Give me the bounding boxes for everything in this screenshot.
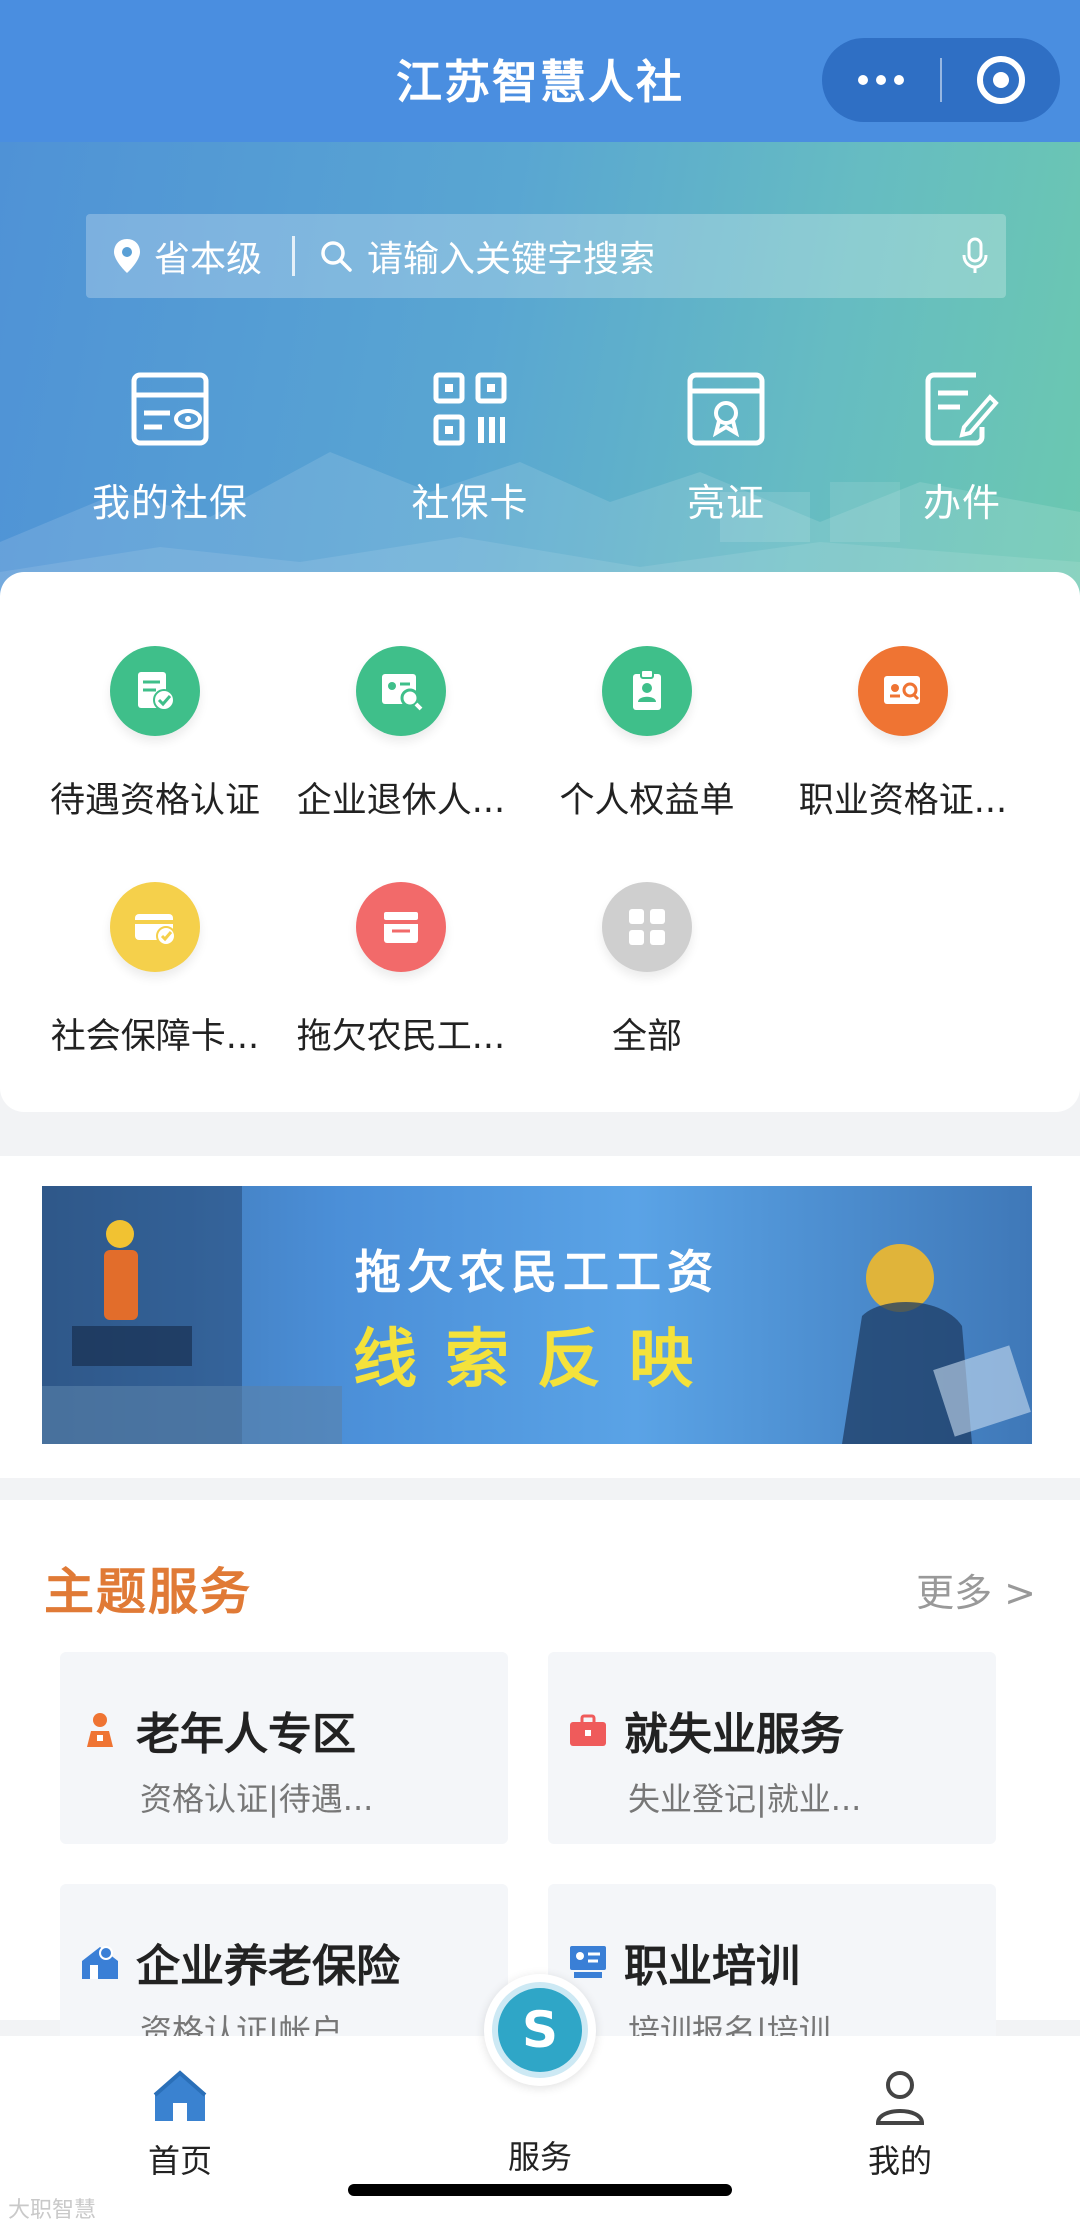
more-menu-icon[interactable] bbox=[822, 38, 940, 122]
id-check-icon bbox=[110, 646, 200, 736]
banner-line-2: 线索反映 bbox=[353, 1322, 721, 1397]
quick-label: 办件 bbox=[922, 481, 1001, 525]
search-separator bbox=[292, 236, 296, 276]
tab-service[interactable]: 服务 bbox=[440, 2124, 640, 2178]
section-title: 主题服务 bbox=[44, 1563, 252, 1621]
quick-my-social-security[interactable]: 我的社保 bbox=[60, 368, 280, 527]
tab-label: 首页 bbox=[147, 2142, 212, 2180]
tab-home[interactable]: 首页 bbox=[80, 2066, 280, 2182]
certificate-icon bbox=[687, 372, 765, 446]
card-title: 企业养老保险 bbox=[136, 1941, 400, 1992]
house-person-icon bbox=[80, 1942, 120, 1982]
service-benefit-qualification[interactable]: 待遇资格认证 bbox=[30, 646, 280, 823]
topic-card-employment[interactable]: 就失业服务 失业登记|就业... bbox=[548, 1652, 996, 1844]
service-label: 待遇资格认证 bbox=[49, 781, 260, 821]
service-label: 社会保障卡... bbox=[50, 1017, 260, 1057]
quick-label: 我的社保 bbox=[91, 481, 248, 525]
mini-program-capsule bbox=[822, 38, 1060, 122]
card-title: 老年人专区 bbox=[136, 1709, 356, 1760]
service-logo-mark: S bbox=[492, 1982, 588, 2078]
service-vocational-certificate[interactable]: 职业资格证... bbox=[778, 646, 1028, 823]
service-label: 拖欠农民工... bbox=[296, 1017, 506, 1057]
service-personal-rights[interactable]: 个人权益单 bbox=[522, 646, 772, 823]
search-input[interactable]: 请输入关键字搜索 bbox=[319, 230, 962, 282]
wage-report-banner[interactable]: 拖欠农民工工资 线索反映 bbox=[42, 1186, 1032, 1444]
edit-document-icon bbox=[925, 372, 999, 446]
top-bar: 江苏智慧人社 bbox=[0, 0, 1080, 142]
quick-actions: 我的社保 社保卡 亮证 办件 bbox=[0, 368, 1080, 525]
tab-mine[interactable]: 我的 bbox=[800, 2066, 1000, 2182]
quick-label: 亮证 bbox=[686, 481, 765, 525]
more-link[interactable]: 更多 > bbox=[916, 1562, 1036, 1617]
service-enterprise-retiree[interactable]: 企业退休人... bbox=[276, 646, 526, 823]
service-label: 职业资格证... bbox=[798, 781, 1008, 821]
watermark: 大职智慧 bbox=[8, 2198, 97, 2223]
card-check-icon bbox=[110, 882, 200, 972]
qr-code-icon bbox=[433, 372, 507, 446]
location-selector[interactable]: 省本级 bbox=[112, 230, 262, 282]
service-label: 全部 bbox=[611, 1017, 682, 1057]
service-all[interactable]: 全部 bbox=[522, 882, 772, 1059]
quick-show-certificate[interactable]: 亮证 bbox=[616, 368, 836, 527]
social-security-card-icon bbox=[131, 372, 209, 446]
clipboard-person-icon bbox=[602, 646, 692, 736]
card-title: 职业培训 bbox=[624, 1941, 800, 1992]
search-icon bbox=[321, 241, 352, 272]
tab-label: 我的 bbox=[867, 2142, 932, 2180]
card-subtitle: 资格认证|待遇... bbox=[140, 1780, 374, 1818]
close-target-icon[interactable] bbox=[942, 38, 1060, 122]
location-pin-icon bbox=[114, 239, 140, 273]
hero-area: 省本级 请输入关键字搜索 我的社保 社保卡 亮证 办件 bbox=[0, 142, 1080, 602]
quick-handle-affairs[interactable]: 办件 bbox=[852, 368, 1072, 527]
banner-line-1: 拖欠农民工工资 bbox=[355, 1245, 719, 1299]
topic-card-elderly[interactable]: 老年人专区 资格认证|待遇... bbox=[60, 1652, 508, 1844]
service-migrant-wage[interactable]: 拖欠农民工... bbox=[276, 882, 526, 1059]
home-icon bbox=[153, 2070, 207, 2121]
tray-icon bbox=[356, 882, 446, 972]
grid-icon bbox=[602, 882, 692, 972]
elderly-icon bbox=[80, 1710, 120, 1750]
banner-section: 拖欠农民工工资 线索反映 bbox=[0, 1156, 1080, 1478]
topic-services-section: 主题服务 更多 > 老年人专区 资格认证|待遇... 就失业服务 失业登记|就业… bbox=[0, 1500, 1080, 2076]
user-icon bbox=[875, 2071, 925, 2125]
center-service-logo[interactable]: S bbox=[484, 1974, 596, 2086]
training-icon bbox=[568, 1942, 608, 1982]
location-label: 省本级 bbox=[154, 239, 263, 280]
search-bar[interactable]: 省本级 请输入关键字搜索 bbox=[86, 214, 1006, 298]
service-social-security-card[interactable]: 社会保障卡... bbox=[30, 882, 280, 1059]
microphone-icon[interactable] bbox=[962, 237, 988, 275]
tab-label: 服务 bbox=[507, 2138, 572, 2176]
certificate-search-icon bbox=[858, 646, 948, 736]
briefcase-icon bbox=[568, 1710, 608, 1750]
quick-social-card[interactable]: 社保卡 bbox=[360, 368, 580, 527]
service-label: 企业退休人... bbox=[296, 781, 506, 821]
service-label: 个人权益单 bbox=[559, 781, 735, 821]
home-indicator bbox=[348, 2184, 732, 2196]
card-title: 就失业服务 bbox=[624, 1709, 844, 1760]
card-subtitle: 失业登记|就业... bbox=[628, 1780, 862, 1818]
quick-label: 社保卡 bbox=[411, 481, 529, 525]
search-placeholder: 请输入关键字搜索 bbox=[367, 239, 656, 280]
retiree-search-icon bbox=[356, 646, 446, 736]
service-grid: 待遇资格认证 企业退休人... 个人权益单 职业资格证... 社会保障卡... … bbox=[0, 572, 1080, 1112]
